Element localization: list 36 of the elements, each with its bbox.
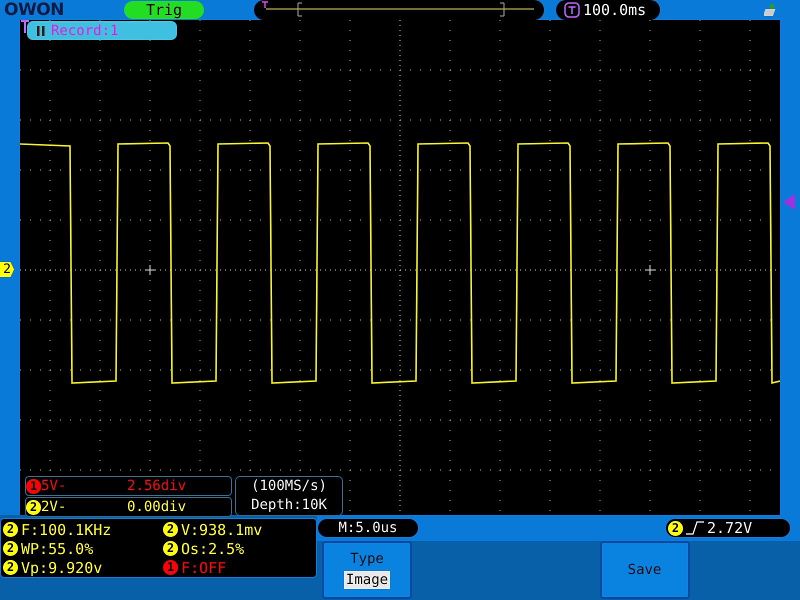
measurement-value: Vp:9.920v bbox=[21, 558, 102, 576]
measurement-value: V:938.1mv bbox=[181, 520, 262, 538]
rising-edge-icon bbox=[685, 520, 705, 536]
trigger-level: 2.72V bbox=[707, 519, 752, 537]
channel-offset: 2.56div bbox=[127, 478, 186, 494]
channel-badge: 2 bbox=[3, 560, 18, 575]
channel-badge: 2 bbox=[163, 522, 178, 537]
channel-badge: 2 bbox=[3, 522, 18, 537]
pause-icon bbox=[35, 24, 47, 36]
channel-badge: 2 bbox=[26, 500, 41, 514]
channel-scale: 5V- bbox=[41, 478, 68, 494]
channel-badge: 2 bbox=[668, 520, 683, 536]
horizontal-position-value: 100.0ms bbox=[583, 1, 646, 19]
channel-scale: 2V- bbox=[41, 499, 68, 515]
channel-badge: 1 bbox=[163, 560, 178, 575]
channel-offset: 0.00div bbox=[127, 499, 186, 515]
type-menu-button[interactable]: Type Image bbox=[322, 541, 412, 599]
measurement-value: WP:55.0% bbox=[21, 540, 94, 558]
trigger-status: Trig bbox=[124, 1, 204, 19]
trigger-level-marker-icon bbox=[782, 194, 796, 210]
brand-logo: OWON bbox=[3, 0, 65, 20]
cursor-mark bbox=[144, 264, 156, 276]
measurement-value: Os:2.5% bbox=[181, 540, 244, 558]
channel-badge: 1 bbox=[26, 478, 41, 494]
save-button[interactable]: Save bbox=[600, 541, 690, 599]
measurement-value: F:OFF bbox=[181, 558, 226, 576]
memory-depth: Depth:10K bbox=[251, 496, 327, 515]
channel-badge: 2 bbox=[163, 541, 178, 556]
channel-ground-marker: 2 bbox=[0, 262, 14, 277]
channel-badge: 2 bbox=[3, 541, 18, 556]
trigger-point-icon bbox=[20, 20, 30, 34]
measurement-value: F:100.1KHz bbox=[21, 520, 112, 538]
record-label: Record:1 bbox=[51, 22, 118, 38]
trigger-time-icon bbox=[564, 2, 580, 18]
timebase-readout: M:5.0us bbox=[318, 519, 418, 537]
sample-rate: (100MS/s) bbox=[251, 477, 327, 496]
